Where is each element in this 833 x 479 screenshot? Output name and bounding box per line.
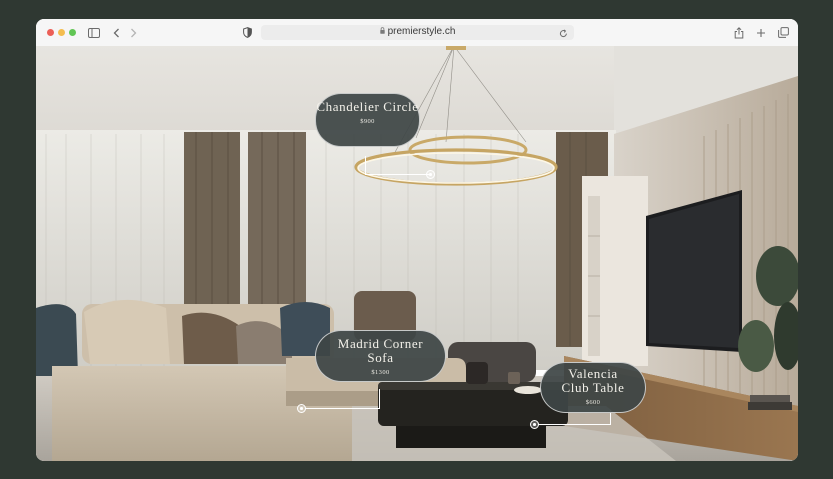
- zoom-window-button[interactable]: [69, 29, 76, 36]
- sidebar-toggle-icon[interactable]: [87, 25, 101, 40]
- product-price: $1300: [371, 369, 390, 376]
- sofa-product-tag[interactable]: Madrid Corner Sofa $1300: [315, 330, 446, 382]
- sofa-connector-horizontal: [305, 408, 379, 409]
- share-icon[interactable]: [733, 25, 745, 40]
- chandelier-connector-horizontal: [365, 174, 430, 175]
- product-price: $600: [585, 399, 601, 406]
- product-price: $900: [360, 118, 375, 125]
- table-connector-horizontal: [538, 424, 611, 425]
- chandelier-hotspot-dot[interactable]: [426, 170, 435, 179]
- tab-overview-icon[interactable]: [777, 25, 789, 40]
- new-tab-icon[interactable]: [755, 25, 767, 40]
- sofa-hotspot-dot[interactable]: [297, 404, 306, 413]
- product-name: Madrid Corner Sofa: [337, 336, 424, 365]
- address-bar[interactable]: premierstyle.ch: [261, 25, 574, 40]
- sofa-connector-vertical: [379, 389, 380, 409]
- table-hotspot-dot[interactable]: [530, 420, 539, 429]
- privacy-shield-icon[interactable]: [241, 25, 253, 40]
- url-text: premierstyle.ch: [387, 26, 456, 38]
- forward-icon[interactable]: [128, 25, 138, 40]
- lock-icon: [379, 26, 385, 37]
- minimize-window-button[interactable]: [58, 29, 65, 36]
- back-icon[interactable]: [111, 25, 121, 40]
- browser-toolbar: premierstyle.ch: [36, 19, 798, 47]
- chandelier-product-tag[interactable]: Chandelier Circle $900: [315, 93, 420, 147]
- product-name: Chandelier Circle: [316, 99, 419, 114]
- table-product-tag[interactable]: Valencia Club Table $600: [540, 362, 646, 413]
- chandelier-connector-vertical: [365, 156, 366, 175]
- living-room-scene: Chandelier Circle $900 Madrid Corner Sof…: [36, 46, 798, 461]
- product-name: Valencia Club Table: [561, 366, 625, 395]
- reload-icon[interactable]: [559, 26, 568, 44]
- browser-window: premierstyle.ch Chandelier Circle $900 M…: [36, 19, 798, 461]
- address-url: premierstyle.ch: [261, 26, 574, 37]
- close-window-button[interactable]: [47, 29, 54, 36]
